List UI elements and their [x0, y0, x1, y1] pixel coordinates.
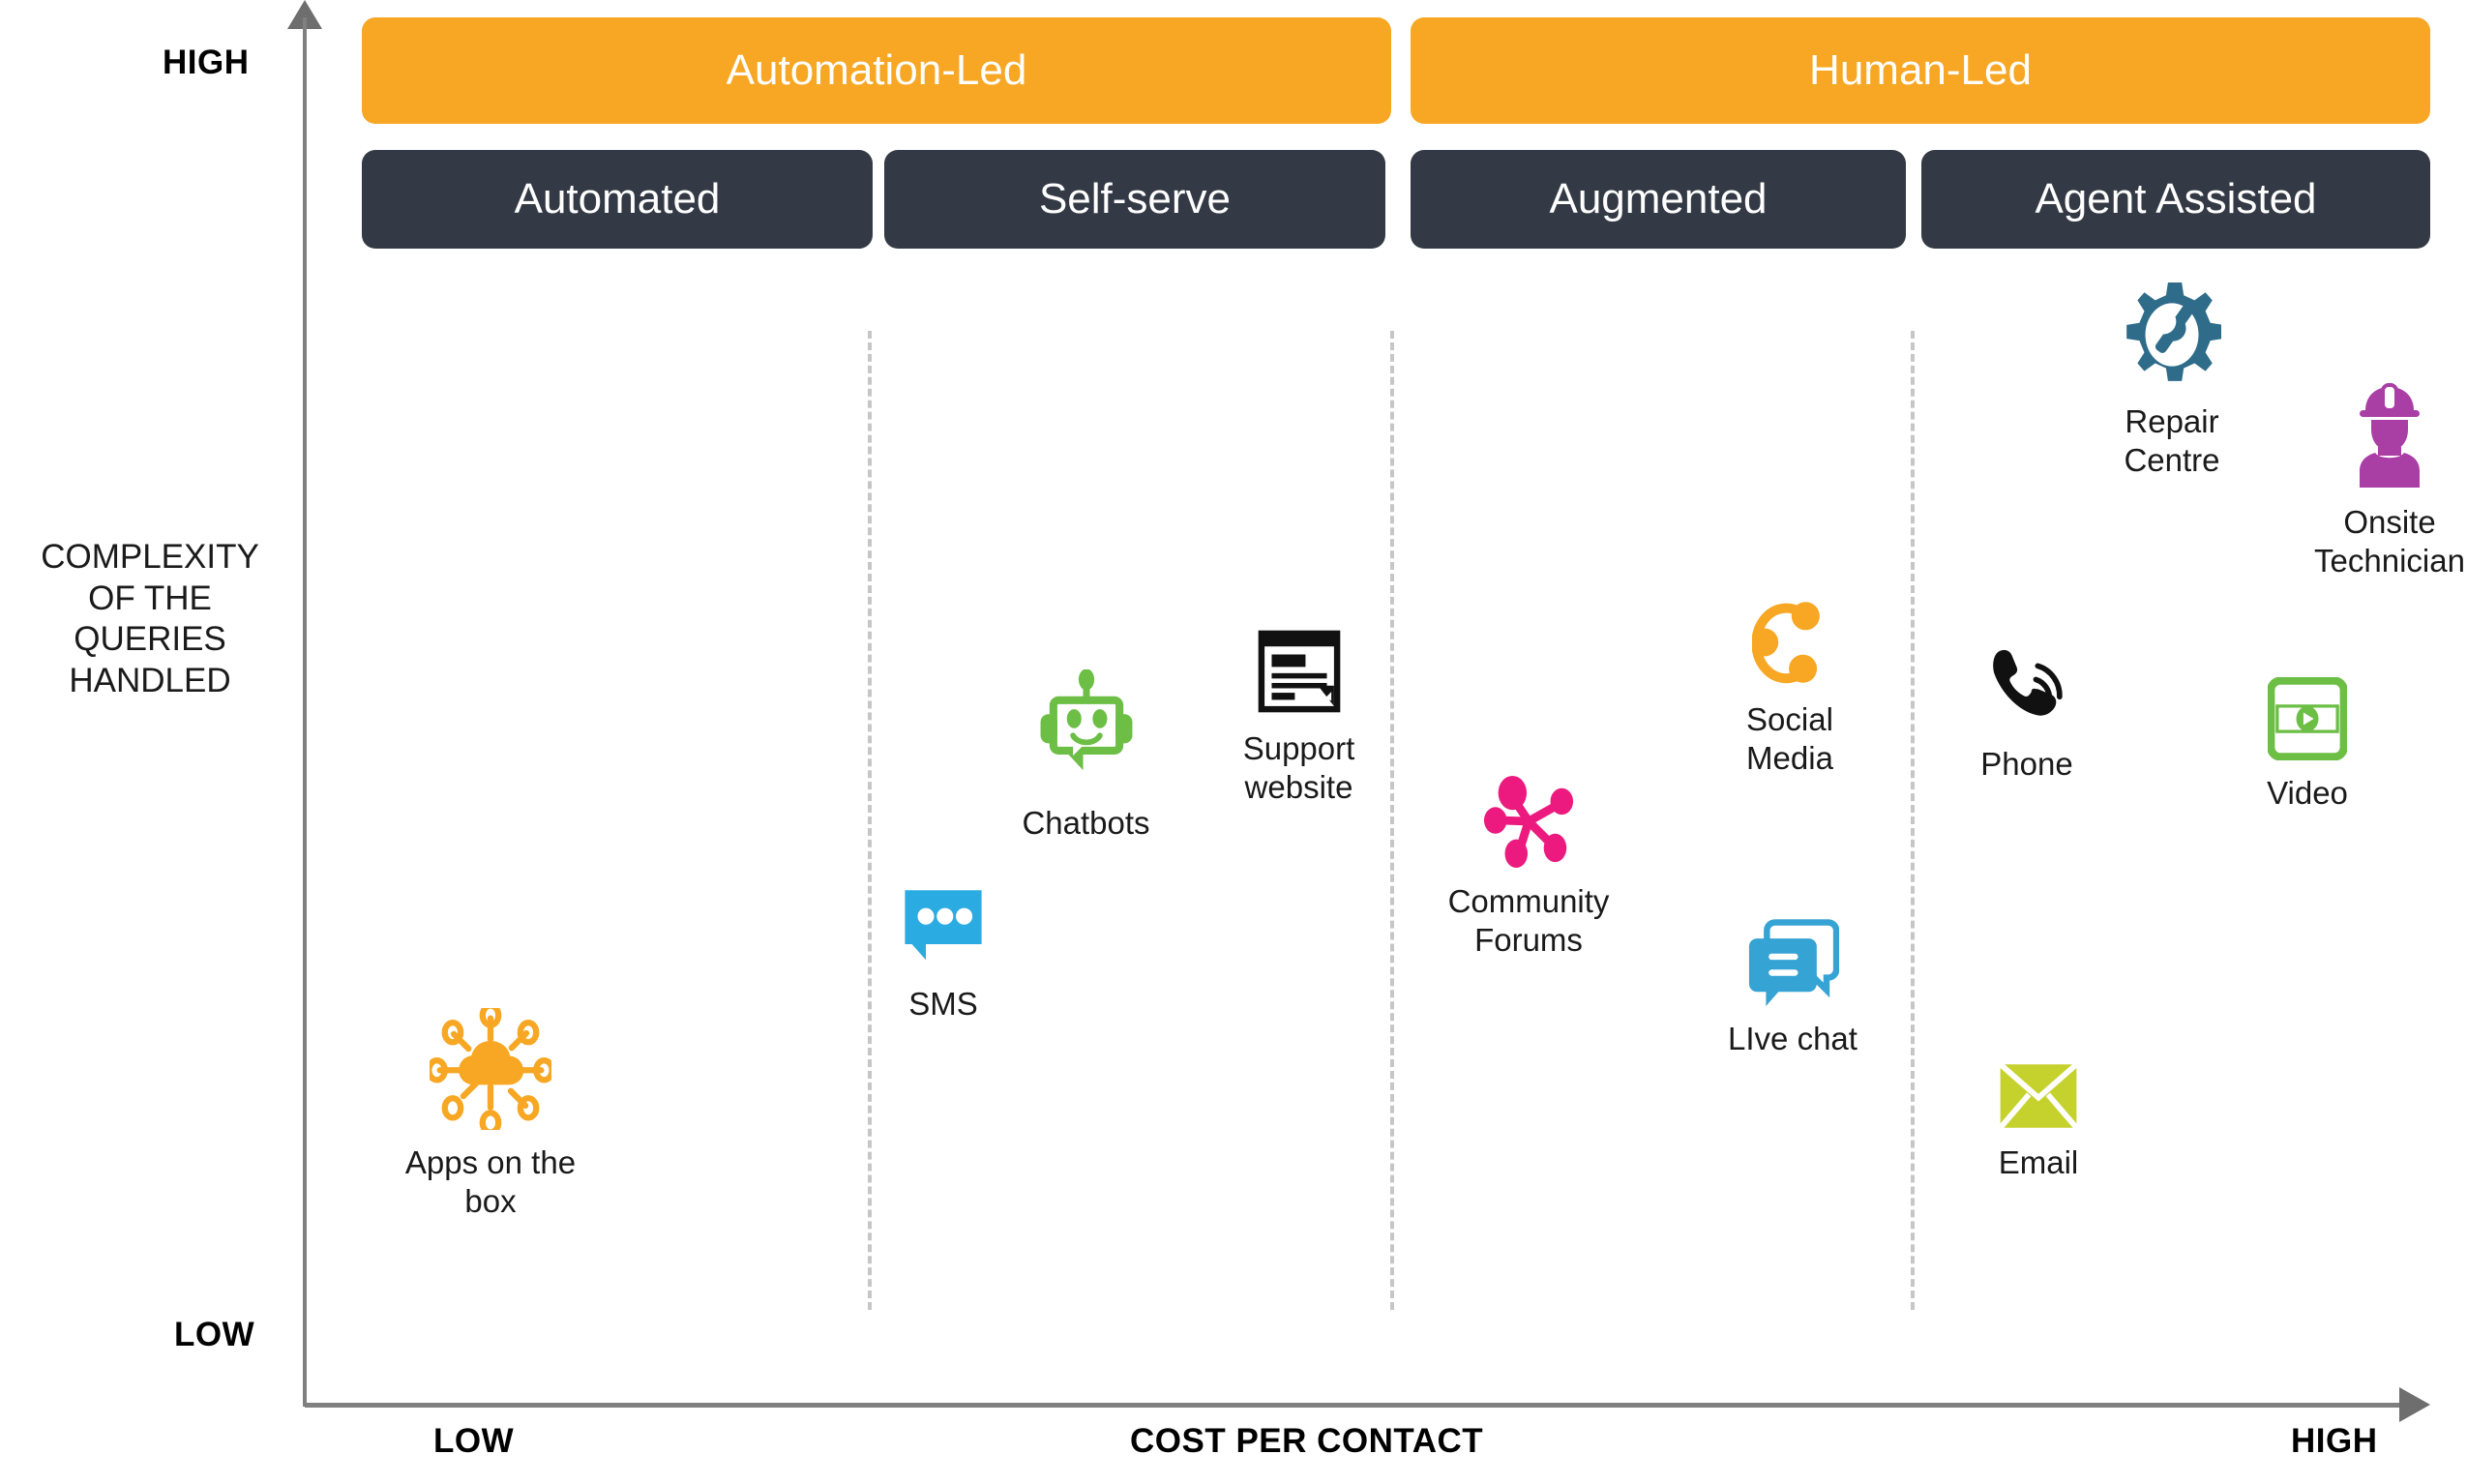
support-channel-matrix: HIGH LOW LOW HIGH COST PER CONTACT COMPL… [0, 0, 2467, 1484]
x-axis-arrow-icon [2399, 1387, 2430, 1422]
robot-icon [1029, 668, 1144, 790]
y-axis-high-label: HIGH [163, 44, 250, 81]
column-header-self-serve[interactable]: Self-serve [884, 150, 1385, 249]
phone-ringing-icon [1981, 640, 2072, 731]
y-axis-title: COMPLEXITY OF THE QUERIES HANDLED [41, 538, 259, 700]
item-community-forums[interactable]: Community Forums [1432, 774, 1625, 959]
envelope-icon [1998, 1062, 2079, 1130]
item-label: Repair Centre [2124, 403, 2220, 478]
item-video[interactable]: Video [2235, 676, 2380, 813]
item-label: LIve chat [1728, 1021, 1858, 1056]
item-email[interactable]: Email [1966, 1062, 2111, 1182]
item-label: Chatbots [1022, 805, 1150, 841]
hub-network-icon [1480, 774, 1577, 869]
item-apps-on-the-box[interactable]: Apps on the box [379, 1002, 602, 1220]
item-label: Community Forums [1447, 883, 1610, 958]
column-header-label: Agent Assisted [2035, 175, 2317, 223]
film-play-icon [2267, 676, 2348, 761]
column-header-label: Self-serve [1038, 175, 1232, 223]
item-label: Social Media [1746, 701, 1833, 776]
network-cloud-icon [426, 1002, 555, 1136]
y-axis-line [303, 17, 307, 1407]
item-label: Apps on the box [404, 1144, 577, 1219]
column-header-augmented[interactable]: Augmented [1411, 150, 1906, 249]
item-onsite-technician[interactable]: Onsite Technician [2307, 381, 2467, 579]
x-axis-line [305, 1403, 2409, 1408]
item-repair-centre[interactable]: Repair Centre [2090, 281, 2254, 479]
item-social-media[interactable]: Social Media [1712, 598, 1867, 777]
item-sms[interactable]: SMS [880, 882, 1006, 1024]
column-divider [868, 331, 872, 1310]
item-chatbots[interactable]: Chatbots [1001, 668, 1171, 843]
document-page-icon [1255, 627, 1344, 716]
group-header-automation-led[interactable]: Automation-Led [362, 17, 1391, 124]
item-live-chat[interactable]: LIve chat [1710, 917, 1875, 1058]
item-phone[interactable]: Phone [1949, 640, 2104, 784]
group-header-label: Automation-Led [726, 46, 1027, 94]
column-header-label: Automated [514, 175, 721, 223]
x-axis-low-label: LOW [433, 1422, 515, 1460]
column-header-automated[interactable]: Automated [362, 150, 873, 249]
chat-bubbles-icon [1746, 917, 1840, 1006]
gear-wrench-icon [2123, 281, 2223, 389]
column-divider [1390, 331, 1394, 1310]
item-support-website[interactable]: Support website [1209, 627, 1388, 806]
item-label: Phone [1980, 746, 2073, 782]
x-axis-title: COST PER CONTACT [1130, 1422, 1484, 1460]
technician-icon [2348, 381, 2431, 490]
item-label: Video [2267, 775, 2348, 811]
group-header-human-led[interactable]: Human-Led [1411, 17, 2430, 124]
item-label: Support website [1242, 730, 1355, 805]
item-label: Onsite Technician [2314, 504, 2465, 579]
column-header-agent-assisted[interactable]: Agent Assisted [1921, 150, 2430, 249]
share-nodes-icon [1750, 598, 1828, 687]
group-header-label: Human-Led [1809, 46, 2032, 94]
item-label: Email [1998, 1144, 2079, 1180]
sms-bubble-icon [900, 882, 987, 971]
column-header-label: Augmented [1549, 175, 1768, 223]
item-label: SMS [908, 986, 978, 1022]
y-axis-low-label: LOW [174, 1316, 255, 1353]
column-divider [1911, 331, 1915, 1310]
x-axis-high-label: HIGH [2291, 1422, 2378, 1460]
